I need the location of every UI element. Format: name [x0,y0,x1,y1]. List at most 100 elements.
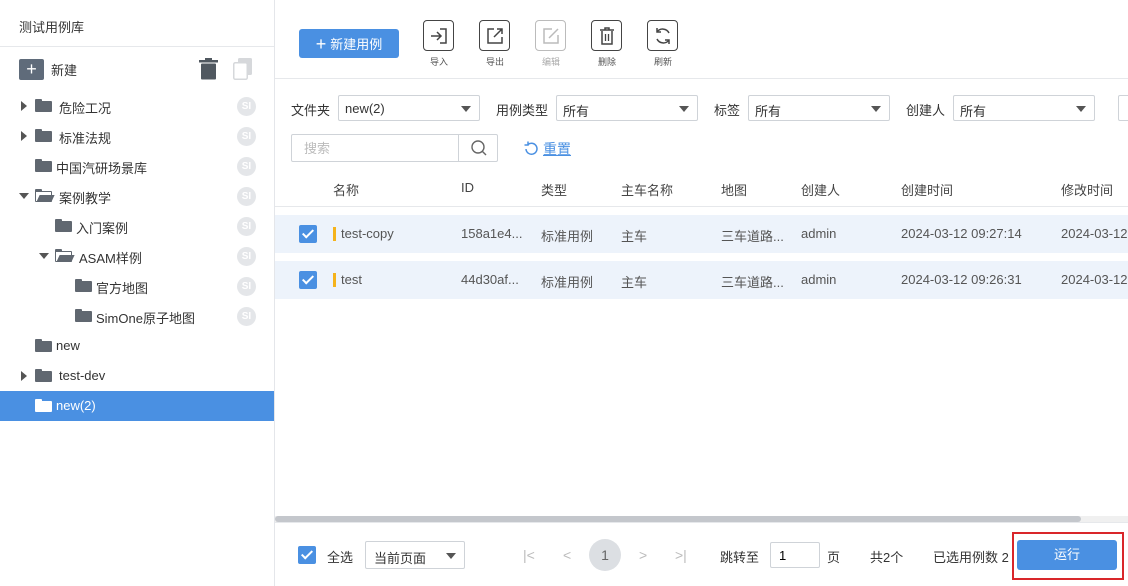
app-window: 测试用例库 + 新建 危险工况 SI 标准法规 SI 中国汽研场景库 SI 案例… [0,0,1128,586]
tree-item-intro-cases[interactable]: 入门案例 SI [0,211,274,241]
tree-item-standards[interactable]: 标准法规 SI [0,121,274,151]
folder-icon [75,309,92,322]
import-label: 导入 [429,57,448,67]
trash-icon[interactable] [199,58,218,83]
column-header-creator[interactable]: 创建人 [801,180,840,199]
tree-label: 案例教学 [59,191,112,206]
creator-filter-value: 所有 [960,104,987,119]
sidebar: 测试用例库 + 新建 危险工况 SI 标准法规 SI 中国汽研场景库 SI 案例… [0,0,275,586]
tree-item-case-teaching[interactable]: 案例教学 SI [0,181,274,211]
selection-scope-value: 当前页面 [374,551,427,566]
creator-filter-select[interactable]: 所有 [953,95,1095,121]
export-button[interactable]: 导出 [479,20,511,68]
column-header-map[interactable]: 地图 [721,180,747,199]
creator-filter-label: 创建人 [906,103,946,118]
row-checkbox[interactable] [299,271,317,289]
tree-item-new-2[interactable]: new(2) [0,391,274,421]
tree-label: ASAM样例 [79,251,142,266]
tree-item-danger-conditions[interactable]: 危险工况 SI [0,91,274,121]
copy-icon[interactable] [233,58,253,83]
tree-label: 中国汽研场景库 [56,161,148,176]
chevron-down-icon [871,106,881,112]
reset-button[interactable]: 重置 [523,139,571,159]
column-header-created[interactable]: 创建时间 [901,180,953,199]
row-checkbox[interactable] [299,225,317,243]
column-header-ego[interactable]: 主车名称 [621,180,673,199]
total-count: 共2个 [870,550,904,565]
folder-filter-label: 文件夹 [291,103,331,118]
column-header-name[interactable]: 名称 [333,180,359,199]
delete-button[interactable]: 删除 [591,20,623,68]
cell-map: 三车道路... [721,229,784,244]
tree-label: SimOne原子地图 [96,311,195,326]
delete-icon [591,20,622,51]
last-page-icon[interactable]: >| [675,547,687,563]
table-row[interactable]: test 44d30af... 标准用例 主车 三车道路... admin 20… [275,261,1128,299]
simone-badge-icon: SI [237,157,256,176]
name-marker [333,227,336,241]
column-header-id[interactable]: ID [461,180,474,195]
tree-item-catarc-library[interactable]: 中国汽研场景库 SI [0,151,274,181]
tag-filter-select[interactable]: 所有 [748,95,890,121]
tree-item-new[interactable]: new [0,331,274,361]
chevron-down-icon [1076,106,1086,112]
new-case-button[interactable]: + 新建用例 [299,29,399,58]
folder-icon [35,159,52,172]
extra-filter-select[interactable] [1118,95,1128,121]
search-button[interactable] [458,135,497,161]
cell-id: 44d30af... [461,272,519,287]
folder-filter-select[interactable]: new(2) [338,95,480,121]
expand-arrow-icon[interactable] [21,101,27,111]
selection-scope-select[interactable]: 当前页面 [365,541,465,569]
select-all-label: 全选 [327,550,354,565]
chevron-down-icon [461,106,471,112]
simone-badge-icon: SI [237,277,256,296]
export-label: 导出 [485,57,504,67]
refresh-button[interactable]: 刷新 [647,20,679,68]
cell-creator: admin [801,226,837,241]
next-page-icon[interactable]: > [639,547,647,563]
run-button[interactable]: 运行 [1017,540,1117,570]
tree-item-asam-samples[interactable]: ASAM样例 SI [0,241,274,271]
simone-badge-icon: SI [237,307,256,326]
reset-icon [524,141,538,155]
new-folder-button[interactable]: + 新建 [19,59,77,80]
page-number-current[interactable]: 1 [589,539,621,571]
column-header-type[interactable]: 类型 [541,180,567,199]
import-button[interactable]: 导入 [423,20,455,68]
table-row[interactable]: test-copy 158a1e4... 标准用例 主车 三车道路... adm… [275,215,1128,253]
cell-modified: 2024-03-12 [1061,272,1128,287]
collapse-arrow-icon[interactable] [19,193,29,199]
collapse-arrow-icon[interactable] [39,253,49,259]
plus-icon: + [315,33,327,54]
tree-item-test-dev[interactable]: test-dev [0,361,274,391]
expand-arrow-icon[interactable] [21,131,27,141]
import-icon [423,20,454,51]
folder-filter-value: new(2) [345,101,385,116]
select-all-checkbox[interactable] [298,546,316,564]
cell-name[interactable]: test-copy [341,226,394,241]
search-input[interactable] [292,135,458,161]
simone-badge-icon: SI [237,247,256,266]
first-page-icon[interactable]: |< [523,547,535,563]
tree-label: 官方地图 [96,281,149,296]
tree-label: new [56,338,80,353]
prev-page-icon[interactable]: < [563,547,571,563]
cell-id: 158a1e4... [461,226,523,241]
folder-icon [35,99,52,112]
cell-created: 2024-03-12 09:26:31 [901,272,1022,287]
cell-name[interactable]: test [341,272,362,287]
tree-item-simone-atomic-maps[interactable]: SimOne原子地图 SI [0,301,274,331]
edit-button[interactable]: 编辑 [535,20,567,68]
folder-icon [35,129,52,142]
type-filter-select[interactable]: 所有 [556,95,698,121]
column-header-modified[interactable]: 修改时间 [1061,180,1113,199]
expand-arrow-icon[interactable] [21,371,27,381]
delete-label: 删除 [597,57,616,67]
folder-icon [35,369,52,382]
goto-page-input[interactable] [770,542,820,568]
search-box [291,134,498,162]
name-marker [333,273,336,287]
edit-label: 编辑 [541,57,560,67]
tree-item-official-maps[interactable]: 官方地图 SI [0,271,274,301]
